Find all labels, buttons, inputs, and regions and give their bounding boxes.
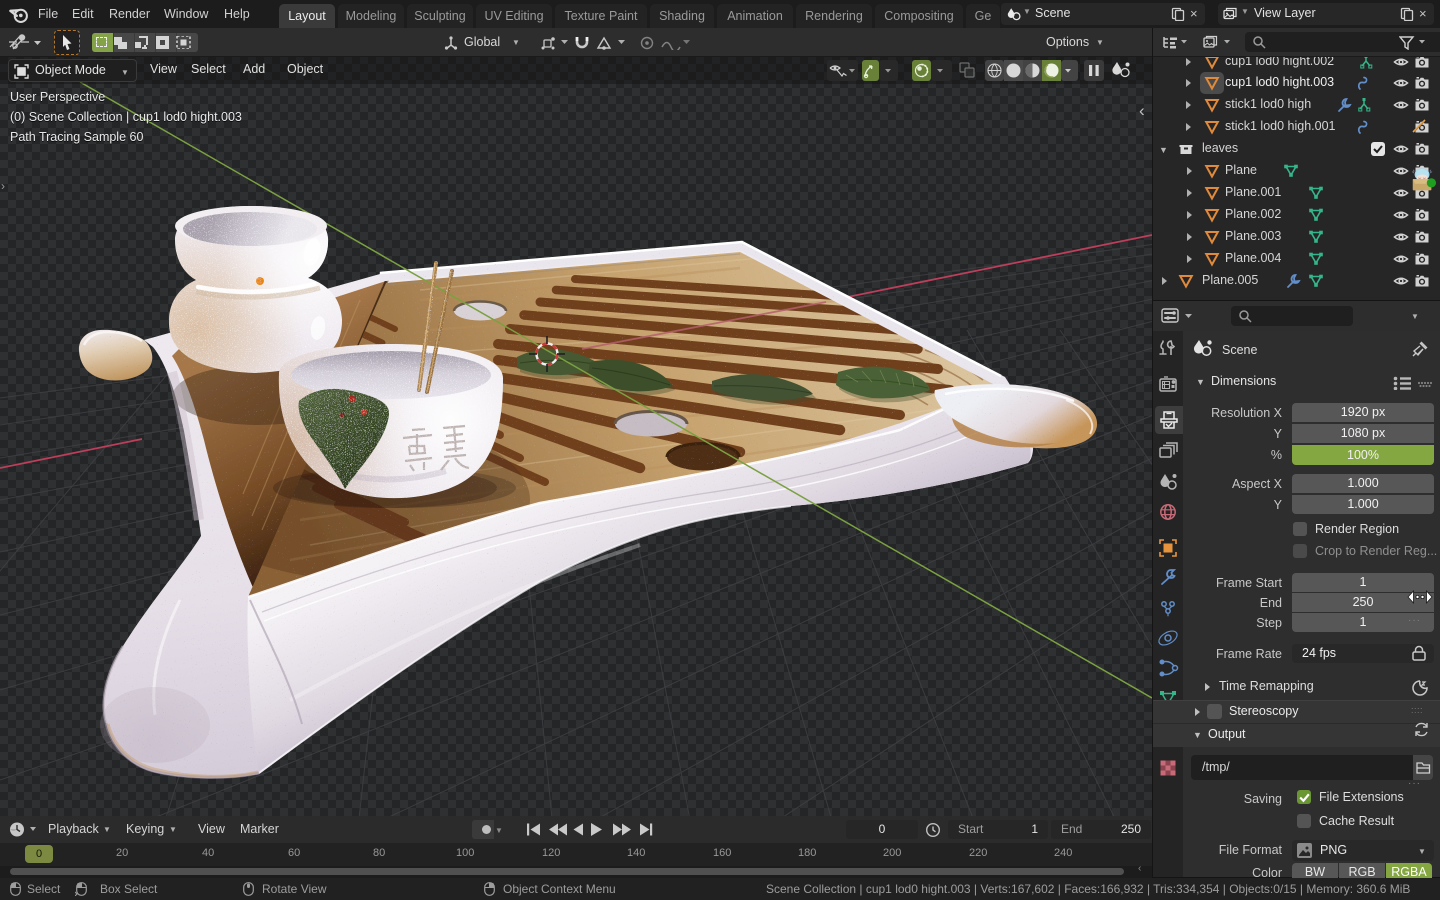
svg-text:Path Tracing Sample 60: Path Tracing Sample 60 [10, 130, 143, 144]
svg-text:(0) Scene Collection | cup1 lo: (0) Scene Collection | cup1 lod0 hight.0… [10, 110, 242, 124]
svg-text:User Perspective: User Perspective [10, 90, 105, 104]
svg-text:›: › [1, 179, 5, 193]
svg-text:‹: ‹ [1139, 101, 1145, 120]
